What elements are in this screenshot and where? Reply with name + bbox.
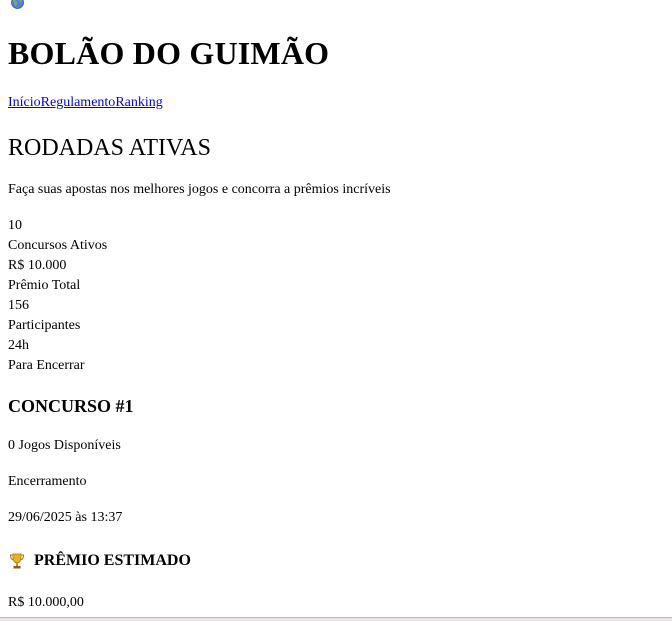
stat-value-encerrar: 24h (8, 338, 29, 353)
trophy-icon (8, 552, 26, 570)
nav-link-inicio[interactable]: Início (8, 95, 41, 110)
contest-title: CONCURSO #1 (8, 396, 134, 416)
stat-value-concursos: 10 (8, 218, 22, 233)
closing-label: Encerramento (8, 474, 87, 489)
bottom-strip (0, 617, 672, 621)
stat-label-participantes: Participantes (8, 318, 81, 333)
site-title: BOLÃO DO GUIMÃO (8, 35, 330, 71)
nav-link-ranking[interactable]: Ranking (115, 95, 162, 110)
stat-label-concursos: Concursos Ativos (8, 238, 108, 253)
stat-label-premio: Prêmio Total (8, 278, 81, 293)
stat-value-participantes: 156 (8, 298, 29, 313)
section-title: RODADAS ATIVAS (8, 135, 211, 161)
prize-heading: PRÊMIO ESTIMADO (8, 551, 191, 571)
closing-date: 29/06/2025 às 13:37 (8, 510, 123, 525)
prize-value: R$ 10.000,00 (8, 595, 84, 610)
stats-list: 10 Concursos Ativos R$ 10.000 Prêmio Tot… (8, 216, 107, 376)
globe-icon (11, 0, 24, 9)
games-available: 0 Jogos Disponíveis (8, 438, 121, 453)
page: BOLÃO DO GUIMÃO InícioRegulamentoRanking… (0, 0, 672, 621)
prize-title: PRÊMIO ESTIMADO (34, 552, 191, 569)
main-nav: InícioRegulamentoRanking (8, 94, 163, 112)
section-subtitle: Faça suas apostas nos melhores jogos e c… (8, 182, 391, 197)
stat-value-premio: R$ 10.000 (8, 258, 67, 273)
stat-label-encerrar: Para Encerrar (8, 358, 85, 373)
nav-link-regulamento[interactable]: Regulamento (41, 95, 116, 110)
